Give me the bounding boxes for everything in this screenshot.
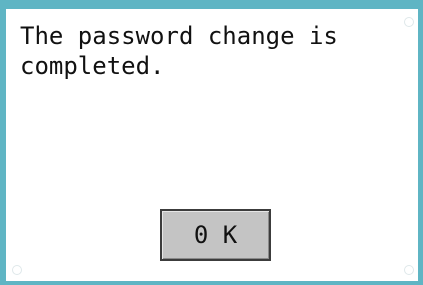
corner-mark-bottom-left [12, 265, 22, 275]
completion-message: The password change is completed. [20, 22, 338, 80]
corner-mark-top-right [404, 17, 414, 27]
corner-mark-bottom-right [404, 265, 414, 275]
ok-button[interactable]: 0 K [160, 209, 271, 261]
